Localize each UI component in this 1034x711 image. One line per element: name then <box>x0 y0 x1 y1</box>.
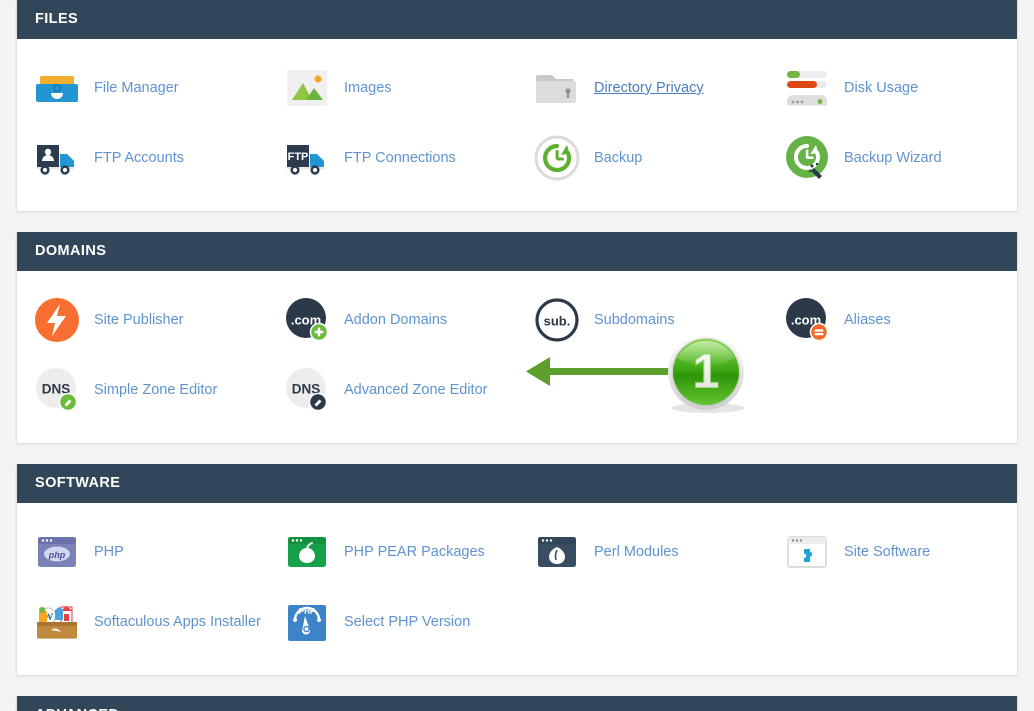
backup-icon <box>531 132 583 184</box>
file-manager-icon <box>31 62 83 114</box>
app-item-label: PHP <box>94 544 124 560</box>
section-card: SOFTWARE php PHP PHP PEAR Packages Perl … <box>16 464 1018 676</box>
app-item-ftp-accounts[interactable]: FTP Accounts <box>17 123 267 193</box>
cpanel-dashboard: FILES File Manager Images Directory Priv… <box>0 0 1034 711</box>
app-item-site-software[interactable]: Site Software <box>767 517 1017 587</box>
app-item-backup[interactable]: Backup <box>517 123 767 193</box>
app-item-label: Backup Wizard <box>844 150 942 166</box>
app-item-label: Perl Modules <box>594 544 679 560</box>
app-item-label: Simple Zone Editor <box>94 382 218 398</box>
section-header: SOFTWARE <box>17 464 1017 503</box>
site-software-icon <box>781 526 833 578</box>
app-item-label: FTP Accounts <box>94 150 184 166</box>
disk-usage-icon <box>781 62 833 114</box>
section-header: DOMAINS <box>17 232 1017 271</box>
app-item-select-php-version[interactable]: PHP Select PHP Version <box>267 587 517 657</box>
section-body: Site Publisher .com Addon Domains sub. S… <box>17 271 1017 443</box>
app-item-label: Softaculous Apps Installer <box>94 614 261 630</box>
section-body: File Manager Images Directory Privacy Di… <box>17 39 1017 211</box>
softaculous-icon: W <box>31 596 83 648</box>
section-header: FILES <box>17 0 1017 39</box>
app-item-php[interactable]: php PHP <box>17 517 267 587</box>
app-item-label: FTP Connections <box>344 150 456 166</box>
app-item-aliases[interactable]: .com Aliases <box>767 285 1017 355</box>
images-icon <box>281 62 333 114</box>
app-item-label: Images <box>344 80 392 96</box>
app-item-addon-domains[interactable]: .com Addon Domains <box>267 285 517 355</box>
section-header: ADVANCED <box>17 696 1017 711</box>
app-item-backup-wizard[interactable]: Backup Wizard <box>767 123 1017 193</box>
backup-wizard-icon <box>781 132 833 184</box>
sections-host: FILES File Manager Images Directory Priv… <box>16 0 1018 711</box>
app-item-directory-privacy[interactable]: Directory Privacy <box>517 53 767 123</box>
section-card: FILES File Manager Images Directory Priv… <box>16 0 1018 212</box>
app-item-softaculous-apps-installer[interactable]: W Softaculous Apps Installer <box>17 587 267 657</box>
item-grid: php PHP PHP PEAR Packages Perl Modules S… <box>17 517 1017 657</box>
section-card: DOMAINS Site Publisher .com Addon Domain… <box>16 232 1018 444</box>
app-item-disk-usage[interactable]: Disk Usage <box>767 53 1017 123</box>
ftp-accounts-icon <box>31 132 83 184</box>
app-item-label: Site Publisher <box>94 312 184 328</box>
app-item-label: Subdomains <box>594 312 675 328</box>
app-item-label: Addon Domains <box>344 312 448 328</box>
svg-text:php: php <box>48 550 66 560</box>
section-body: php PHP PHP PEAR Packages Perl Modules S… <box>17 503 1017 675</box>
app-item-label: PHP PEAR Packages <box>344 544 485 560</box>
app-item-label: Disk Usage <box>844 80 919 96</box>
item-grid: Site Publisher .com Addon Domains sub. S… <box>17 285 1017 425</box>
app-item-label: Select PHP Version <box>344 614 471 630</box>
app-item-file-manager[interactable]: File Manager <box>17 53 267 123</box>
select-php-version-icon: PHP <box>281 596 333 648</box>
svg-text:FTP: FTP <box>288 151 309 163</box>
app-item-ftp-connections[interactable]: FTP FTP Connections <box>267 123 517 193</box>
section-card: ADVANCED <box>16 696 1018 711</box>
ftp-connections-icon: FTP <box>281 132 333 184</box>
app-item-label: Backup <box>594 150 643 166</box>
perl-modules-icon <box>531 526 583 578</box>
item-grid: File Manager Images Directory Privacy Di… <box>17 53 1017 193</box>
addon-domains-icon: .com <box>281 294 333 346</box>
app-item-label: File Manager <box>94 80 179 96</box>
app-item-site-publisher[interactable]: Site Publisher <box>17 285 267 355</box>
app-item-perl-modules[interactable]: Perl Modules <box>517 517 767 587</box>
svg-text:PHP: PHP <box>299 607 316 616</box>
app-item-simple-zone-editor[interactable]: DNS Simple Zone Editor <box>17 355 267 425</box>
app-item-subdomains[interactable]: sub. Subdomains <box>517 285 767 355</box>
app-item-label: Directory Privacy <box>594 80 704 96</box>
app-item-advanced-zone-editor[interactable]: DNS Advanced Zone Editor <box>267 355 517 425</box>
app-item-images[interactable]: Images <box>267 53 517 123</box>
app-item-label: Site Software <box>844 544 931 560</box>
svg-text:sub.: sub. <box>544 314 571 329</box>
php-pear-icon <box>281 526 333 578</box>
directory-privacy-icon <box>531 62 583 114</box>
site-publisher-icon <box>31 294 83 346</box>
app-item-label: Advanced Zone Editor <box>344 382 488 398</box>
simple-zone-editor-icon: DNS <box>31 364 83 416</box>
advanced-zone-editor-icon: DNS <box>281 364 333 416</box>
aliases-icon: .com <box>781 294 833 346</box>
subdomains-icon: sub. <box>531 294 583 346</box>
php-icon: php <box>31 526 83 578</box>
app-item-label: Aliases <box>844 312 891 328</box>
app-item-php-pear-packages[interactable]: PHP PEAR Packages <box>267 517 517 587</box>
